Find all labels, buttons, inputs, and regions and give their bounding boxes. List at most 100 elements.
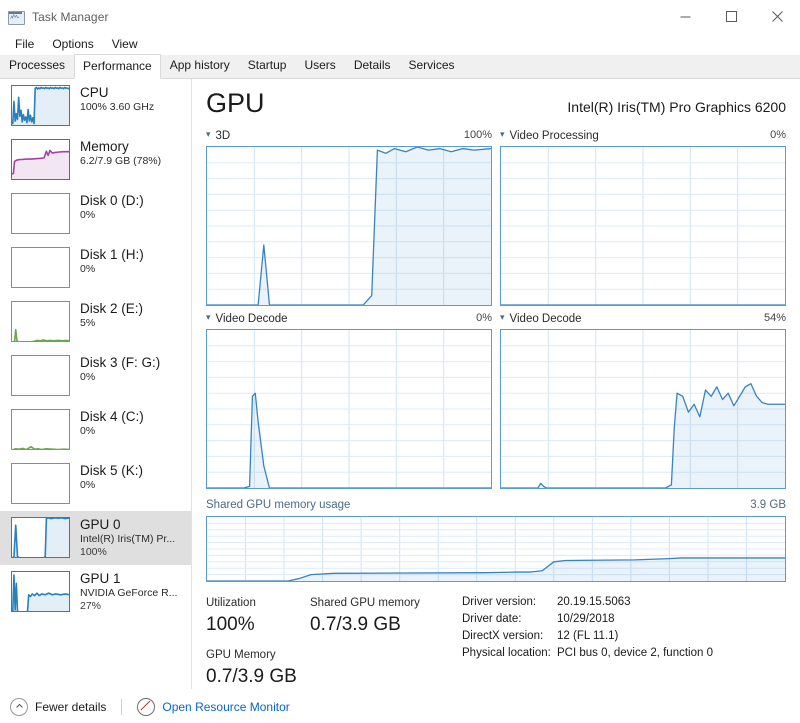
sidebar-item-memory[interactable]: Memory 6.2/7.9 GB (78%) bbox=[0, 133, 191, 187]
resource-sidebar[interactable]: CPU 100% 3.60 GHz Memory 6.2/7.9 GB (78%) Di… bbox=[0, 79, 192, 689]
sidebar-item-text: GPU 1 NVIDIA GeForce R... 27% bbox=[80, 571, 177, 613]
sidebar-item-title: Disk 0 (D:) bbox=[80, 193, 144, 208]
chart-plot-3d bbox=[206, 146, 492, 306]
sidebar-item-subtitle: Intel(R) Iris(TM) Pr... bbox=[80, 533, 176, 545]
page-title: GPU bbox=[206, 88, 265, 118]
sidebar-item-disk-5-k[interactable]: Disk 5 (K:) 0% bbox=[0, 457, 191, 511]
stats-area: Utilization 100% GPU Memory 0.7/3.9 GB S… bbox=[206, 594, 786, 689]
sidebar-thumbnail-graph bbox=[11, 247, 70, 288]
driver-info-value: 10/29/2018 bbox=[557, 613, 615, 625]
sidebar-item-title: CPU bbox=[80, 85, 109, 100]
chart-plot-video-decode-right bbox=[500, 329, 786, 489]
gpu-memory-value: 0.7/3.9 GB bbox=[206, 666, 297, 687]
sidebar-item-text: CPU 100% 3.60 GHz bbox=[80, 85, 154, 114]
shared-memory-header: Shared GPU memory usage 3.9 GB bbox=[206, 499, 786, 514]
sidebar-item-text: Memory 6.2/7.9 GB (78%) bbox=[80, 139, 161, 168]
sidebar-item-subtitle: 0% bbox=[80, 209, 96, 221]
tab-services[interactable]: Services bbox=[400, 53, 464, 78]
gpu-detail-panel: GPU Intel(R) Iris(TM) Pro Graphics 6200 … bbox=[192, 79, 800, 689]
chevron-down-icon[interactable]: ▾ bbox=[500, 313, 505, 322]
chart-cell-video-decode-right: ▾ Video Decode 54% bbox=[500, 312, 786, 489]
chevron-down-icon[interactable]: ▾ bbox=[206, 313, 211, 322]
chevron-up-icon bbox=[10, 697, 28, 716]
chevron-down-icon[interactable]: ▾ bbox=[206, 130, 211, 139]
sidebar-item-disk-2-e[interactable]: Disk 2 (E:) 5% bbox=[0, 295, 191, 349]
content-area: CPU 100% 3.60 GHz Memory 6.2/7.9 GB (78%) Di… bbox=[0, 79, 800, 689]
chart-plot-video-decode-left bbox=[206, 329, 492, 489]
panel-header: GPU Intel(R) Iris(TM) Pro Graphics 6200 bbox=[206, 79, 786, 123]
sidebar-item-title: Disk 2 (E:) bbox=[80, 301, 144, 316]
sidebar-item-cpu[interactable]: CPU 100% 3.60 GHz bbox=[0, 79, 191, 133]
sidebar-item-title: Disk 1 (H:) bbox=[80, 247, 144, 262]
chart-header-video-decode-left: ▾ Video Decode 0% bbox=[206, 312, 492, 327]
open-resource-monitor-label: Open Resource Monitor bbox=[162, 699, 290, 714]
sidebar-item-subtitle: 5% bbox=[80, 317, 96, 329]
sidebar-item-title: Disk 5 (K:) bbox=[80, 463, 144, 478]
sidebar-item-text: Disk 0 (D:) 0% bbox=[80, 193, 144, 222]
chart-header-video-decode-right: ▾ Video Decode 54% bbox=[500, 312, 786, 327]
tab-details[interactable]: Details bbox=[345, 53, 400, 78]
window-title: Task Manager bbox=[32, 9, 109, 24]
sidebar-item-disk-1-h[interactable]: Disk 1 (H:) 0% bbox=[0, 241, 191, 295]
sidebar-item-subtitle: 0% bbox=[80, 479, 96, 491]
driver-info-row: Driver version: 20.19.15.5063 bbox=[462, 594, 786, 611]
sidebar-item-text: Disk 3 (F: G:) 0% bbox=[80, 355, 160, 384]
sidebar-item-title: Disk 3 (F: G:) bbox=[80, 355, 161, 370]
chart-cell-video-processing: ▾ Video Processing 0% bbox=[500, 129, 786, 306]
sidebar-thumbnail-graph bbox=[11, 301, 70, 342]
sidebar-thumbnail-graph bbox=[11, 355, 70, 396]
sidebar-thumbnail-graph bbox=[11, 409, 70, 450]
open-resource-monitor-link[interactable]: Open Resource Monitor bbox=[137, 697, 290, 716]
sidebar-item-gpu-0[interactable]: GPU 0 Intel(R) Iris(TM) Pr... 100% bbox=[0, 511, 191, 565]
footer-bar: Fewer details Open Resource Monitor bbox=[0, 689, 800, 723]
sidebar-item-gpu-1[interactable]: GPU 1 NVIDIA GeForce R... 27% bbox=[0, 565, 191, 619]
sidebar-item-disk-3-f-g[interactable]: Disk 3 (F: G:) 0% bbox=[0, 349, 191, 403]
sidebar-item-usage: 27% bbox=[80, 600, 102, 612]
chart-label-video-processing: Video Processing bbox=[509, 129, 599, 142]
driver-info-key: Driver date: bbox=[462, 613, 522, 625]
driver-info-key: Physical location: bbox=[462, 647, 551, 659]
chart-header-3d: ▾ 3D 100% bbox=[206, 129, 492, 144]
stat-column-shared-memory: Shared GPU memory 0.7/3.9 GB bbox=[310, 594, 460, 689]
menu-item-view[interactable]: View bbox=[103, 35, 147, 53]
sidebar-item-disk-0-d[interactable]: Disk 0 (D:) 0% bbox=[0, 187, 191, 241]
fewer-details-label: Fewer details bbox=[35, 699, 107, 714]
sidebar-item-subtitle: 0% bbox=[80, 371, 96, 383]
minimize-button[interactable] bbox=[662, 0, 708, 33]
close-button[interactable] bbox=[754, 0, 800, 33]
sidebar-item-text: Disk 1 (H:) 0% bbox=[80, 247, 144, 276]
sidebar-item-usage: 100% bbox=[80, 546, 107, 558]
driver-info-key: DirectX version: bbox=[462, 630, 544, 642]
sidebar-thumbnail-graph bbox=[11, 193, 70, 234]
maximize-button[interactable] bbox=[708, 0, 754, 33]
sidebar-thumbnail-graph bbox=[11, 85, 70, 126]
sidebar-item-title: Memory bbox=[80, 139, 129, 154]
chart-value-video-decode-left: 0% bbox=[476, 312, 492, 324]
task-manager-icon bbox=[8, 10, 25, 25]
task-manager-window: Task Manager File Options View Processes… bbox=[0, 0, 800, 723]
fewer-details-button[interactable]: Fewer details bbox=[10, 697, 107, 716]
chart-label-video-decode-right: Video Decode bbox=[509, 312, 582, 325]
shared-memory-max: 3.9 GB bbox=[750, 499, 786, 511]
tab-processes[interactable]: Processes bbox=[0, 53, 74, 78]
sidebar-item-disk-4-c[interactable]: Disk 4 (C:) 0% bbox=[0, 403, 191, 457]
chevron-down-icon[interactable]: ▾ bbox=[500, 130, 505, 139]
sidebar-thumbnail-graph bbox=[11, 517, 70, 558]
chart-label-3d: 3D bbox=[215, 129, 231, 142]
sidebar-thumbnail-graph bbox=[11, 571, 70, 612]
utilization-label: Utilization bbox=[206, 597, 256, 609]
menu-item-file[interactable]: File bbox=[6, 35, 43, 53]
sidebar-item-text: Disk 2 (E:) 5% bbox=[80, 301, 143, 330]
tab-startup[interactable]: Startup bbox=[239, 53, 296, 78]
tab-performance[interactable]: Performance bbox=[74, 54, 161, 79]
shared-gpu-memory-label: Shared GPU memory bbox=[310, 597, 420, 609]
chart-plot-video-processing bbox=[500, 146, 786, 306]
tab-users[interactable]: Users bbox=[295, 53, 344, 78]
shared-gpu-memory-value: 0.7/3.9 GB bbox=[310, 614, 401, 635]
tab-strip: Processes Performance App history Startu… bbox=[0, 53, 800, 79]
tab-app-history[interactable]: App history bbox=[161, 53, 239, 78]
sidebar-item-text: GPU 0 Intel(R) Iris(TM) Pr... 100% bbox=[80, 517, 175, 559]
stat-column-utilization: Utilization 100% GPU Memory 0.7/3.9 GB bbox=[206, 594, 310, 689]
sidebar-item-subtitle: 6.2/7.9 GB (78%) bbox=[80, 155, 162, 167]
menu-item-options[interactable]: Options bbox=[43, 35, 102, 53]
